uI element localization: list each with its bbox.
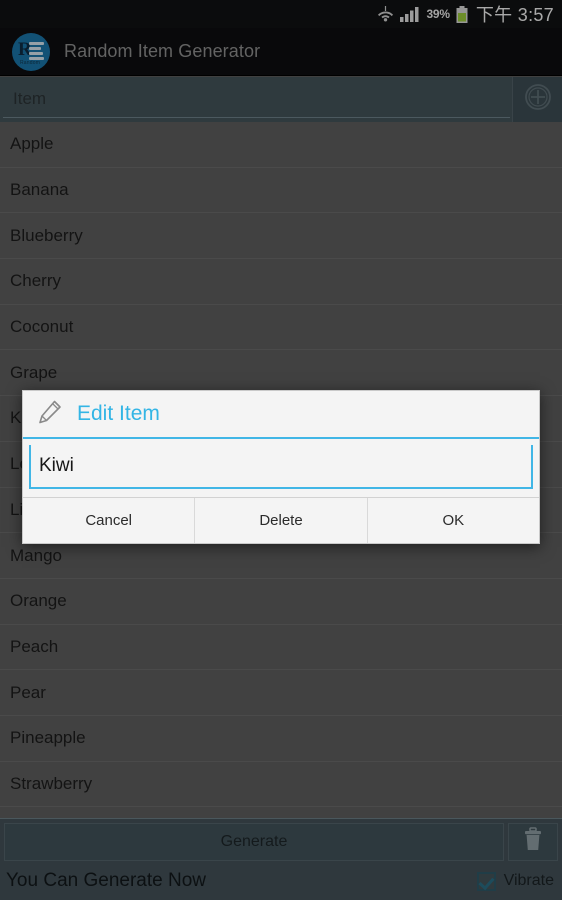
- dialog-title-row: Edit Item: [23, 391, 539, 439]
- status-row: You Can Generate Now Vibrate: [0, 861, 562, 900]
- battery-percent-label: 39%: [426, 7, 450, 21]
- dialog-text-input[interactable]: Kiwi: [29, 445, 533, 489]
- app-logo-icon: R Random: [12, 32, 50, 71]
- generate-row: Generate: [0, 819, 562, 861]
- list-item[interactable]: Apple: [0, 122, 562, 168]
- edit-item-dialog: Edit Item Kiwi Cancel Delete OK: [22, 390, 540, 544]
- dialog-body: Kiwi: [23, 439, 539, 497]
- dialog-button-row: Cancel Delete OK: [23, 497, 539, 543]
- list-item[interactable]: Coconut: [0, 305, 562, 351]
- item-input[interactable]: Item: [3, 80, 510, 118]
- list-item[interactable]: Pear: [0, 670, 562, 716]
- wifi-icon: [377, 6, 394, 22]
- add-item-button[interactable]: [512, 77, 562, 122]
- list-item[interactable]: Orange: [0, 579, 562, 625]
- circle-plus-icon: [523, 82, 553, 117]
- ok-button[interactable]: OK: [367, 498, 539, 543]
- list-item[interactable]: Pineapple: [0, 716, 562, 762]
- cancel-button[interactable]: Cancel: [23, 498, 196, 543]
- vibrate-checkbox[interactable]: [476, 871, 496, 891]
- footer-bar: Generate You Can Generate Now Vibrate: [0, 818, 562, 900]
- dialog-title: Edit Item: [77, 402, 160, 425]
- action-bar: R Random Random Item Generator: [0, 28, 562, 76]
- list-item[interactable]: Strawberry: [0, 762, 562, 808]
- vibrate-toggle[interactable]: Vibrate: [476, 871, 554, 891]
- list-item[interactable]: Peach: [0, 625, 562, 671]
- delete-button[interactable]: Delete: [195, 498, 368, 543]
- logo-bars-icon: [29, 41, 44, 62]
- list-item[interactable]: Blueberry: [0, 213, 562, 260]
- vibrate-label: Vibrate: [503, 872, 554, 889]
- logo-subtext: Random: [20, 59, 41, 66]
- item-input-placeholder: Item: [13, 88, 47, 108]
- status-clock: 下午 3:57: [475, 5, 554, 25]
- status-bar: 39% 下午 3:57: [0, 0, 562, 28]
- generate-button[interactable]: Generate: [4, 823, 504, 861]
- clear-all-button[interactable]: [508, 823, 558, 861]
- app-title: Random Item Generator: [64, 41, 261, 61]
- cellular-signal-icon: [400, 6, 420, 22]
- generate-status-text: You Can Generate Now: [6, 870, 206, 891]
- app-root: 39% 下午 3:57 R Random Random Item Generat…: [0, 0, 562, 900]
- pencil-edit-icon: [37, 399, 63, 430]
- item-input-row: Item: [0, 77, 562, 122]
- trash-icon: [522, 826, 544, 858]
- battery-icon: [456, 5, 468, 23]
- list-item[interactable]: Cherry: [0, 259, 562, 305]
- list-item[interactable]: Banana: [0, 168, 562, 214]
